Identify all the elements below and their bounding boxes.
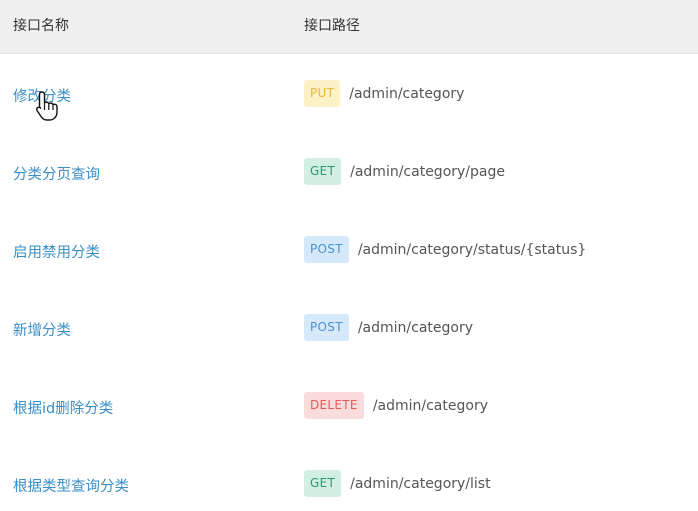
api-path: /admin/category — [372, 397, 488, 414]
table-header: 接口名称 接口路径 — [0, 0, 698, 54]
method-badge: POST — [304, 236, 349, 263]
api-path-cell: GET /admin/category/list — [304, 470, 491, 497]
api-path: /admin/category — [349, 85, 465, 102]
api-path: /admin/category — [357, 319, 474, 336]
method-badge: DELETE — [304, 392, 364, 419]
table-row: 分类分页查询 GET /admin/category/page — [0, 132, 698, 211]
api-path-cell: POST /admin/category/status/{status} — [304, 236, 586, 263]
api-name-link[interactable]: 根据类型查询分类 — [13, 475, 129, 496]
api-path-cell: DELETE /admin/category — [304, 392, 488, 419]
table-row: 新增分类 POST /admin/category — [0, 288, 698, 367]
api-path-cell: POST /admin/category — [304, 314, 473, 341]
table-row: 修改分类 PUT /admin/category — [0, 54, 698, 133]
table-row: 根据id删除分类 DELETE /admin/category — [0, 366, 698, 445]
api-path: /admin/category/list — [350, 475, 491, 492]
table-row: 根据类型查询分类 GET /admin/category/list — [0, 444, 698, 511]
api-name-link[interactable]: 分类分页查询 — [13, 163, 100, 184]
method-badge: GET — [304, 158, 342, 185]
api-path-cell: PUT /admin/category — [304, 80, 464, 107]
api-name-link[interactable]: 根据id删除分类 — [13, 397, 113, 418]
api-name-link[interactable]: 新增分类 — [13, 319, 71, 340]
api-path-cell: GET /admin/category/page — [304, 158, 505, 185]
api-name-link[interactable]: 修改分类 — [13, 85, 71, 106]
api-table: 接口名称 接口路径 修改分类 PUT /admin/category 分类分页查… — [0, 0, 698, 511]
column-header-name: 接口名称 — [13, 18, 69, 34]
method-badge: PUT — [304, 80, 341, 107]
method-badge: GET — [304, 470, 342, 497]
api-name-link[interactable]: 启用禁用分类 — [13, 241, 100, 262]
table-row: 启用禁用分类 POST /admin/category/status/{stat… — [0, 210, 698, 289]
method-badge: POST — [304, 314, 349, 341]
api-path: /admin/category/page — [350, 163, 505, 180]
api-path: /admin/category/status/{status} — [357, 241, 587, 258]
column-header-path: 接口路径 — [304, 18, 360, 34]
